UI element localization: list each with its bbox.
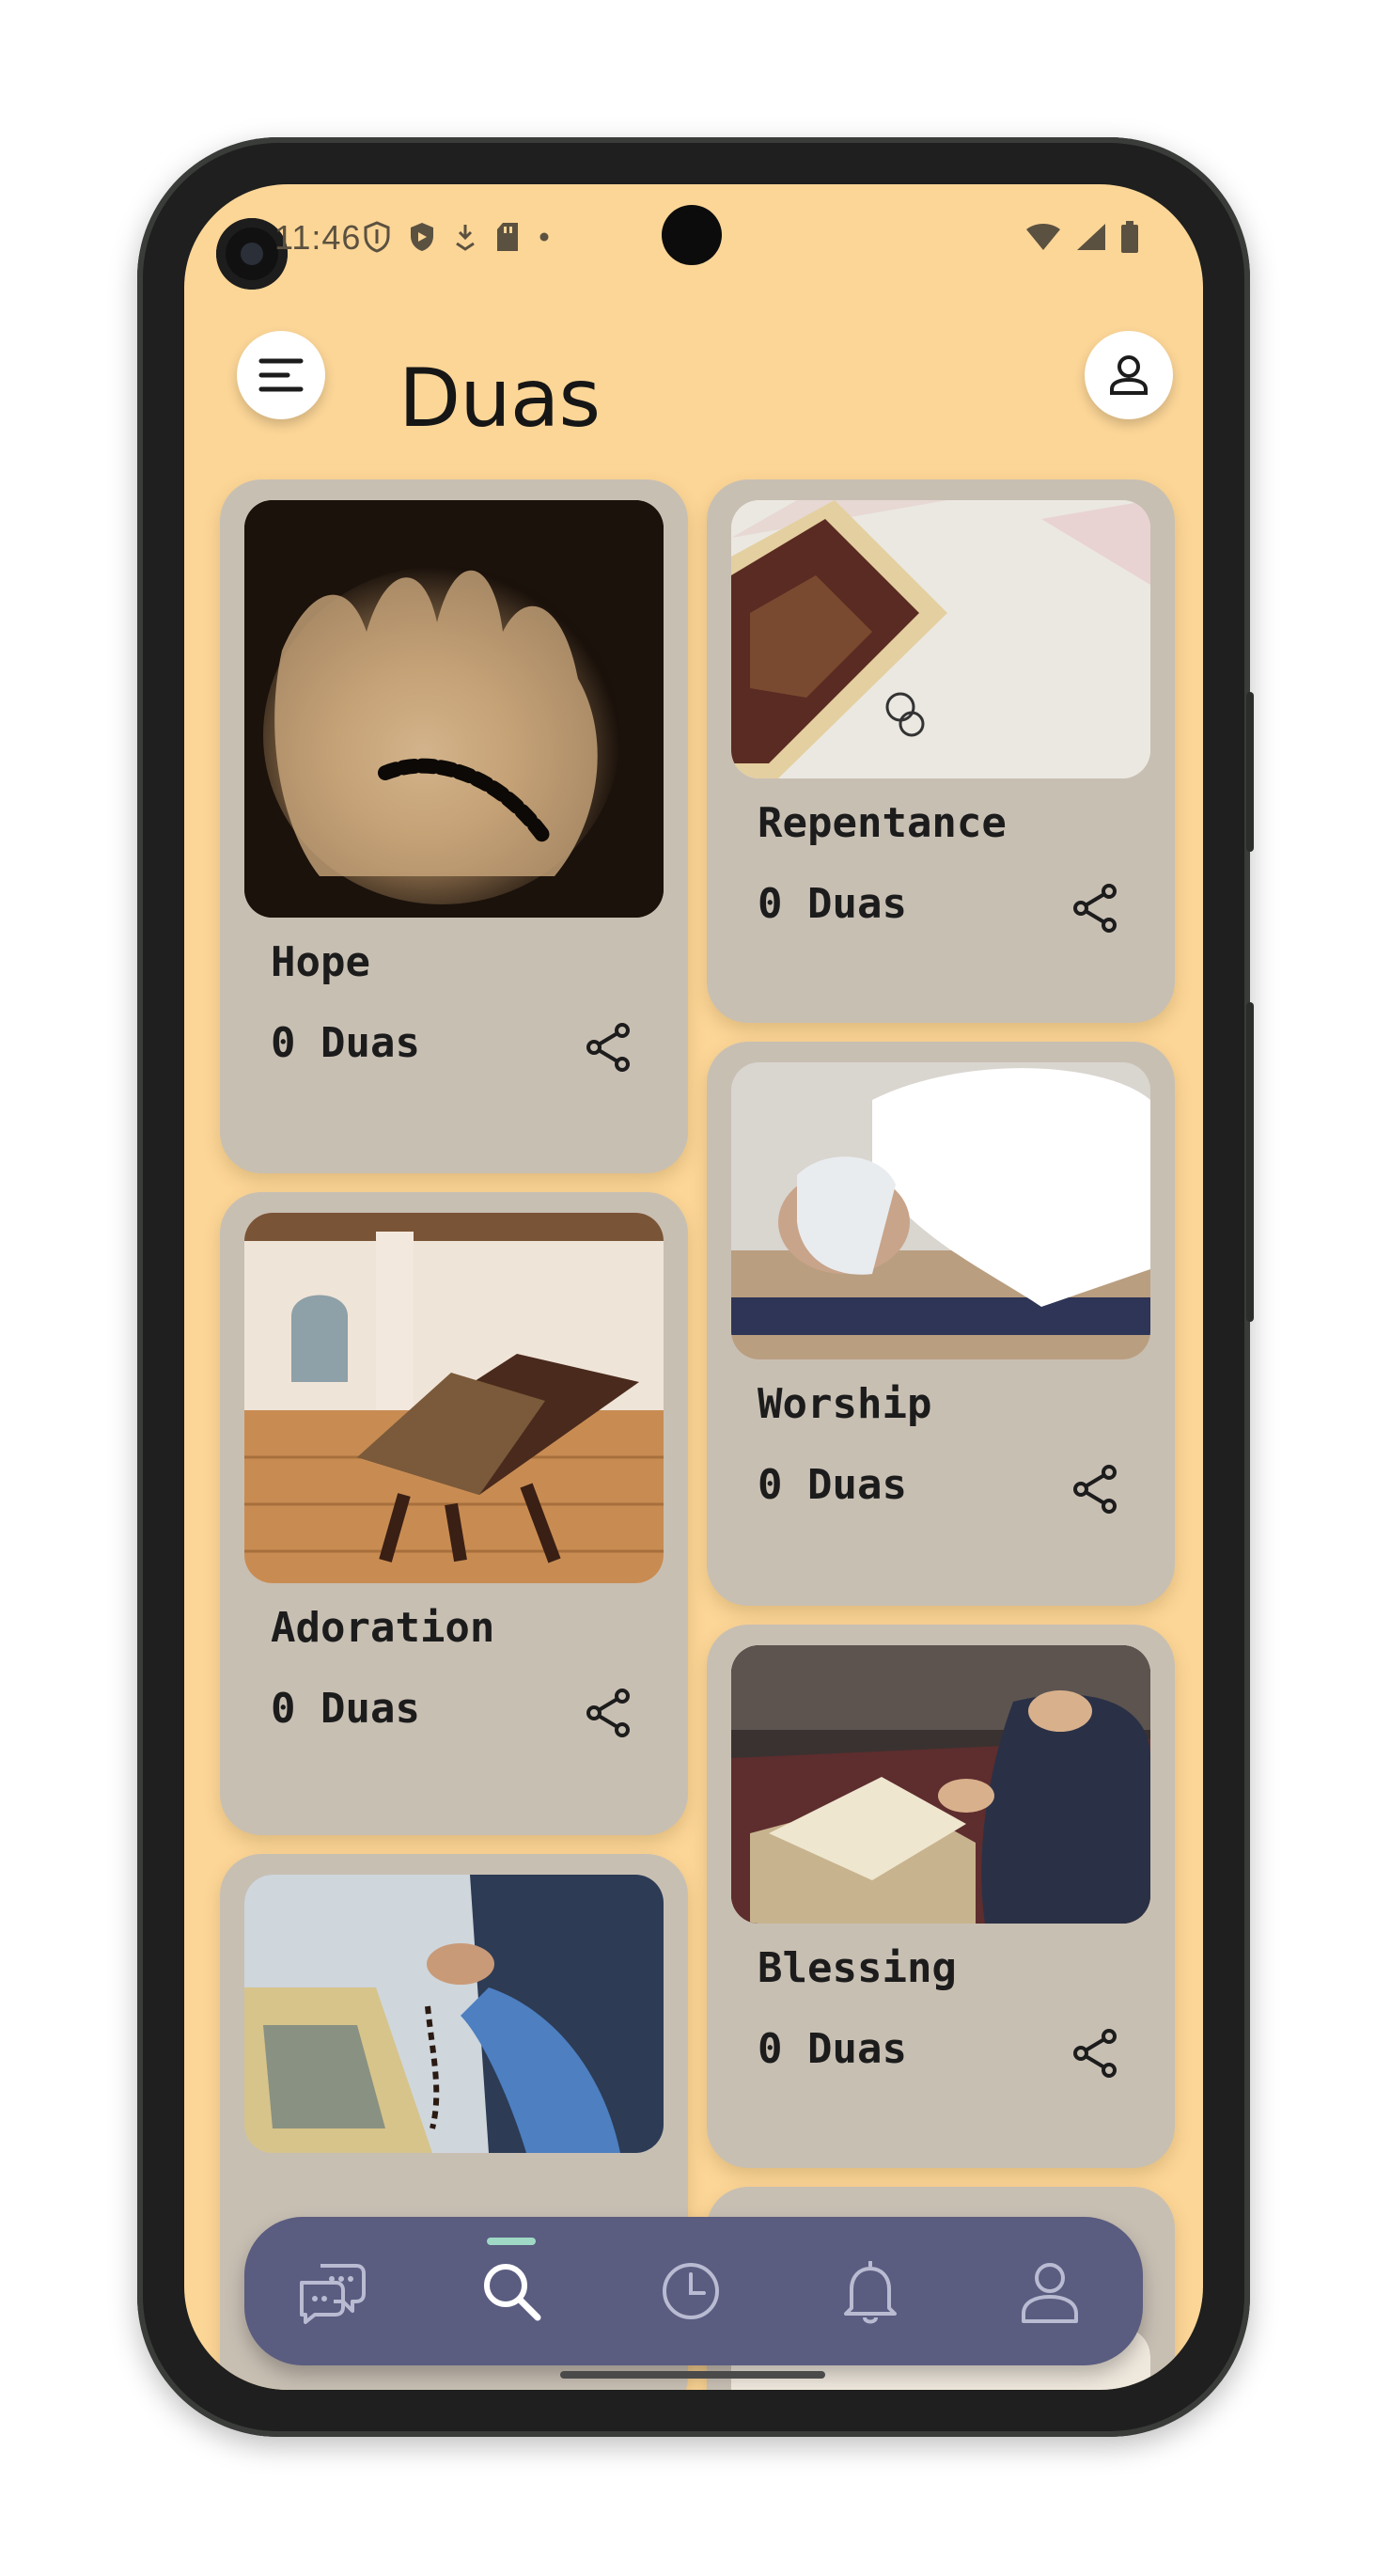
- signal-icon: [1077, 224, 1105, 250]
- status-icons-left: [363, 218, 551, 256]
- share-icon[interactable]: [1070, 1463, 1122, 1516]
- adoration-image: [244, 1213, 664, 1583]
- wifi-icon: [1026, 224, 1060, 250]
- menu-icon: [258, 358, 304, 392]
- category-card-hope[interactable]: Hope 0 Duas: [220, 479, 688, 1173]
- page-title: Duas: [399, 352, 601, 446]
- prayer-beads-image: [244, 1875, 664, 2153]
- hope-image: [244, 500, 664, 918]
- card-count: 0 Duas: [758, 2025, 907, 2073]
- user-icon: [1022, 2263, 1078, 2323]
- worship-image: [731, 1062, 1150, 1359]
- card-title: Hope: [271, 938, 370, 986]
- share-icon[interactable]: [583, 1687, 635, 1739]
- gesture-navigation-bar[interactable]: [560, 2371, 825, 2379]
- battery-icon: [1121, 221, 1138, 253]
- shield-filled-icon: [411, 223, 433, 251]
- shield-outline-icon: [364, 221, 390, 253]
- repentance-image: [731, 500, 1150, 778]
- nav-history[interactable]: [650, 2251, 731, 2332]
- app-screen: 11:46 Duas Hope 0 Duas Repentance 0 Duas…: [184, 184, 1203, 2390]
- card-title: Worship: [758, 1380, 932, 1428]
- card-title: Blessing: [758, 1944, 957, 1992]
- menu-button[interactable]: [237, 331, 325, 419]
- status-time: 11:46: [274, 218, 362, 257]
- card-count: 0 Duas: [271, 1019, 420, 1067]
- dot-icon: [539, 232, 549, 242]
- profile-icon: [1110, 355, 1148, 395]
- card-count: 0 Duas: [758, 1461, 907, 1509]
- share-icon[interactable]: [1070, 2027, 1122, 2080]
- volume-button: [1246, 1002, 1254, 1322]
- bottom-navigation: [244, 2217, 1143, 2365]
- power-button: [1246, 692, 1254, 852]
- category-card-repentance[interactable]: Repentance 0 Duas: [707, 479, 1175, 1023]
- chat-icon: [300, 2264, 366, 2324]
- card-count: 0 Duas: [758, 880, 907, 928]
- phone-frame: 11:46 Duas Hope 0 Duas Repentance 0 Duas…: [137, 137, 1254, 2437]
- nav-search[interactable]: [471, 2251, 552, 2332]
- status-icons-right: [1024, 218, 1139, 256]
- front-camera: [662, 205, 722, 265]
- share-icon[interactable]: [583, 1021, 635, 1074]
- category-card-blessing[interactable]: Blessing 0 Duas: [707, 1625, 1175, 2168]
- nav-active-indicator: [487, 2238, 536, 2245]
- card-count: 0 Duas: [271, 1685, 420, 1733]
- search-icon: [484, 2264, 541, 2321]
- nav-chat[interactable]: [291, 2251, 372, 2332]
- download-icon: [456, 225, 475, 251]
- card-title: Adoration: [271, 1604, 495, 1652]
- category-card-adoration[interactable]: Adoration 0 Duas: [220, 1192, 688, 1835]
- sd-card-icon: [497, 223, 518, 251]
- category-card-worship[interactable]: Worship 0 Duas: [707, 1042, 1175, 1606]
- blessing-image: [731, 1645, 1150, 1924]
- card-title: Repentance: [758, 799, 1007, 847]
- history-icon: [663, 2263, 719, 2319]
- profile-button[interactable]: [1085, 331, 1173, 419]
- nav-profile[interactable]: [1009, 2251, 1090, 2332]
- share-icon[interactable]: [1070, 882, 1122, 935]
- bell-icon: [844, 2261, 897, 2324]
- nav-notifications[interactable]: [830, 2251, 911, 2332]
